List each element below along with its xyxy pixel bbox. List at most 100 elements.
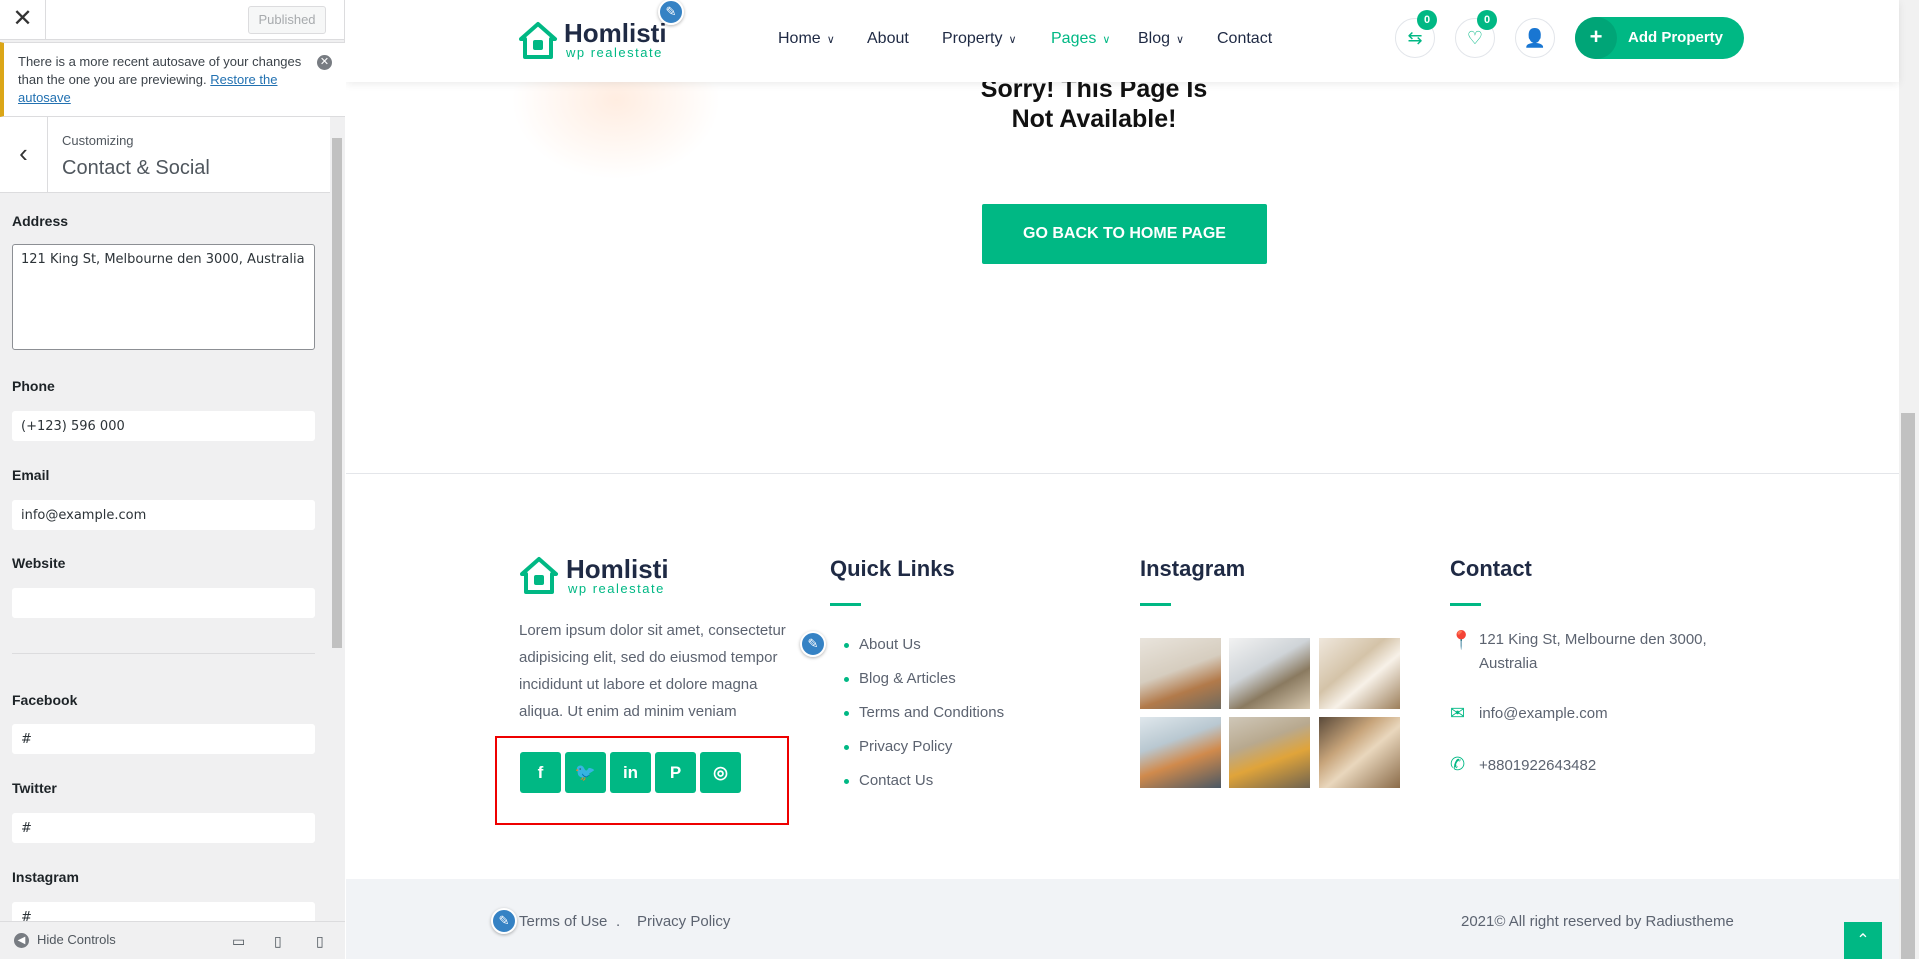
instagram-icon[interactable]: ◎ bbox=[700, 752, 741, 793]
nav-home[interactable]: Home ∨ bbox=[778, 30, 835, 48]
nav-contact[interactable]: Contact bbox=[1217, 30, 1272, 48]
controls-area: Address 121 King St, Melbourne den 3000,… bbox=[0, 193, 330, 921]
user-icon[interactable]: 👤 bbox=[1515, 18, 1555, 58]
footer-email[interactable]: info@example.com bbox=[1479, 702, 1608, 726]
heading-underline bbox=[1450, 603, 1481, 606]
quick-link-label: Blog & Articles bbox=[859, 670, 956, 687]
website-input[interactable] bbox=[12, 588, 315, 618]
collapse-icon: ◀ bbox=[14, 933, 29, 949]
quick-link-label: Privacy Policy bbox=[859, 738, 953, 755]
published-button[interactable]: Published bbox=[248, 6, 326, 34]
nav-about-label: About bbox=[867, 30, 909, 47]
instagram-photo[interactable] bbox=[1140, 717, 1221, 788]
linkedin-icon[interactable]: in bbox=[610, 752, 651, 793]
nav-blog-label: Blog bbox=[1138, 30, 1171, 47]
page-scrollbar-thumb[interactable] bbox=[1901, 413, 1915, 959]
quick-link-blog[interactable]: Blog & Articles bbox=[844, 670, 956, 687]
compare-count-badge: 0 bbox=[1417, 10, 1437, 30]
footer-divider bbox=[346, 473, 1899, 474]
nav-pages[interactable]: Pages ∨ bbox=[1051, 30, 1110, 48]
twitter-icon[interactable]: 🐦 bbox=[565, 752, 606, 793]
facebook-icon[interactable]: f bbox=[520, 752, 561, 793]
twitter-label: Twitter bbox=[12, 780, 57, 796]
nav-property[interactable]: Property ∨ bbox=[942, 30, 1017, 48]
chevron-down-icon: ∨ bbox=[1102, 34, 1111, 46]
quick-link-label: About Us bbox=[859, 636, 921, 653]
tablet-preview-icon[interactable]: ▯ bbox=[274, 933, 282, 950]
privacy-link[interactable]: Privacy Policy bbox=[637, 913, 730, 930]
twitter-input[interactable]: # bbox=[12, 813, 315, 843]
favorite-count-badge: 0 bbox=[1477, 10, 1497, 30]
logo-subtitle: wp realestate bbox=[566, 45, 663, 60]
quick-links-heading: Quick Links bbox=[830, 556, 955, 581]
facebook-input[interactable]: # bbox=[12, 724, 315, 754]
footer-logo-house-icon[interactable] bbox=[519, 555, 559, 595]
customizer-panel: ✕ Published There is a more recent autos… bbox=[0, 0, 345, 959]
facebook-label: Facebook bbox=[12, 692, 78, 708]
autosave-notice: There is a more recent autosave of your … bbox=[0, 42, 345, 117]
edit-shortcut-icon[interactable]: ✎ bbox=[658, 0, 684, 25]
quick-link-label: Contact Us bbox=[859, 772, 934, 789]
section-title: Contact & Social bbox=[62, 157, 210, 179]
phone-icon: ✆ bbox=[1450, 754, 1466, 774]
address-label: Address bbox=[12, 213, 69, 229]
breadcrumb: Customizing bbox=[62, 133, 134, 148]
instagram-photo[interactable] bbox=[1229, 717, 1310, 788]
quick-link-privacy[interactable]: Privacy Policy bbox=[844, 738, 952, 755]
phone-label: Phone bbox=[12, 378, 55, 394]
chevron-down-icon: ∨ bbox=[1176, 34, 1185, 46]
site-preview: Homlisti wp realestate ✎ Home ∨ About Pro… bbox=[346, 0, 1919, 959]
heading-underline bbox=[830, 603, 861, 606]
chevron-down-icon: ∨ bbox=[826, 34, 835, 46]
nav-pages-label: Pages bbox=[1051, 30, 1097, 47]
go-back-home-button[interactable]: GO BACK TO HOME PAGE bbox=[982, 204, 1267, 264]
section-header: ‹ Customizing Contact & Social bbox=[0, 117, 330, 193]
instagram-input[interactable]: # bbox=[12, 902, 315, 921]
close-icon[interactable]: ✕ bbox=[0, 0, 46, 40]
plus-circle-icon: + bbox=[1575, 17, 1617, 59]
copyright-text: 2021© All right reserved by Radiustheme bbox=[1461, 913, 1734, 930]
footer-logo-subtitle: wp realestate bbox=[568, 581, 665, 596]
quick-link-contact[interactable]: Contact Us bbox=[844, 772, 933, 789]
hide-controls-button[interactable]: ◀ Hide Controls bbox=[14, 932, 116, 949]
edit-shortcut-icon[interactable]: ✎ bbox=[491, 908, 517, 934]
add-property-button[interactable]: + Add Property bbox=[1575, 17, 1744, 59]
address-textarea[interactable]: 121 King St, Melbourne den 3000, Austral… bbox=[12, 244, 315, 350]
phone-input[interactable]: (+123) 596 000 bbox=[12, 411, 315, 441]
back-arrow-icon[interactable]: ‹ bbox=[0, 117, 48, 193]
panel-scrollbar-thumb[interactable] bbox=[332, 138, 342, 648]
instagram-photo[interactable] bbox=[1319, 638, 1400, 709]
website-label: Website bbox=[12, 555, 66, 571]
nav-blog[interactable]: Blog ∨ bbox=[1138, 30, 1184, 48]
map-pin-icon: 📍 bbox=[1450, 630, 1473, 650]
contact-heading: Contact bbox=[1450, 556, 1532, 581]
footer-phone[interactable]: +8801922643482 bbox=[1479, 754, 1596, 778]
nav-property-label: Property bbox=[942, 30, 1003, 47]
error-heading: Sorry! This Page Is Not Available! bbox=[980, 75, 1208, 133]
terms-link[interactable]: Terms of Use bbox=[519, 913, 607, 930]
chevron-down-icon: ∨ bbox=[1008, 34, 1017, 46]
quick-link-terms[interactable]: Terms and Conditions bbox=[844, 704, 1004, 721]
pinterest-icon[interactable]: P bbox=[655, 752, 696, 793]
email-label: Email bbox=[12, 467, 50, 483]
nav-contact-label: Contact bbox=[1217, 30, 1273, 47]
footer-address: 121 King St, Melbourne den 3000, Austral… bbox=[1479, 631, 1707, 672]
edit-shortcut-icon[interactable]: ✎ bbox=[800, 631, 826, 657]
quick-link-label: Terms and Conditions bbox=[859, 704, 1005, 721]
desktop-preview-icon[interactable]: ▭ bbox=[232, 933, 245, 950]
logo-house-icon[interactable] bbox=[518, 20, 558, 60]
mobile-preview-icon[interactable]: ▯ bbox=[316, 933, 324, 950]
scroll-to-top-icon[interactable]: ⌃ bbox=[1844, 922, 1882, 959]
quick-link-about[interactable]: About Us bbox=[844, 636, 921, 653]
email-input[interactable]: info@example.com bbox=[12, 500, 315, 530]
instagram-photo[interactable] bbox=[1319, 717, 1400, 788]
nav-about[interactable]: About bbox=[867, 30, 909, 48]
instagram-label: Instagram bbox=[12, 869, 79, 885]
envelope-icon: ✉ bbox=[1450, 703, 1466, 723]
footer-description: Lorem ipsum dolor sit amet, consectetur … bbox=[519, 622, 786, 720]
customizer-footer: ◀ Hide Controls ▭ ▯ ▯ bbox=[0, 921, 345, 959]
instagram-photo[interactable] bbox=[1229, 638, 1310, 709]
instagram-photo[interactable] bbox=[1140, 638, 1221, 709]
dismiss-notice-icon[interactable]: ✕ bbox=[317, 55, 332, 70]
separator: . bbox=[616, 913, 621, 930]
